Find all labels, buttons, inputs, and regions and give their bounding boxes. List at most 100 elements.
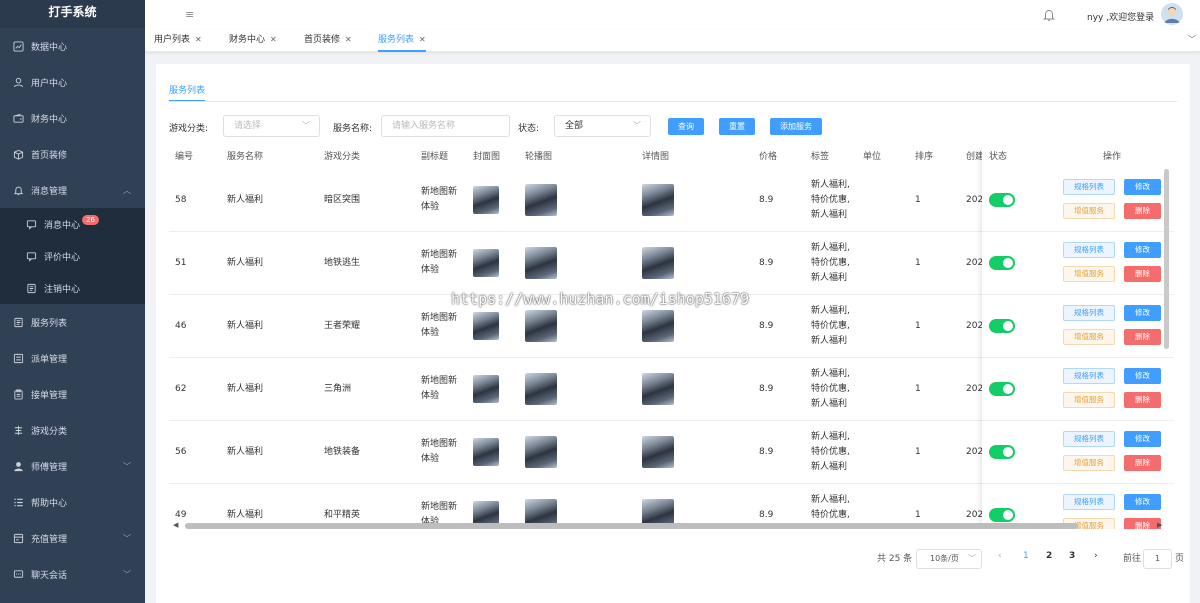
tag-line: 特价优惠, xyxy=(811,195,850,205)
horizontal-scrollbar[interactable] xyxy=(185,523,1078,529)
category-select[interactable]: 请选择 ﹀ xyxy=(223,115,320,137)
sidebar-item-data-center[interactable]: 数据中心 xyxy=(0,28,145,64)
cell-sort: 1 xyxy=(915,258,921,268)
edit-button[interactable]: 修改 xyxy=(1124,242,1161,258)
cover-image[interactable] xyxy=(473,375,499,403)
next-page-icon[interactable]: › xyxy=(1094,551,1098,571)
tab-user-list[interactable]: 用户列表 ✕ xyxy=(154,30,202,52)
delete-button[interactable]: 删除 xyxy=(1124,203,1161,219)
edit-button[interactable]: 修改 xyxy=(1124,305,1161,321)
edit-button[interactable]: 修改 xyxy=(1124,368,1161,384)
delete-button[interactable]: 删除 xyxy=(1124,392,1161,408)
value-added-service-button[interactable]: 增值服务 xyxy=(1063,329,1115,345)
tab-finance[interactable]: 财务中心 ✕ xyxy=(229,30,277,52)
detail-image[interactable] xyxy=(642,184,674,216)
value-added-service-button[interactable]: 增值服务 xyxy=(1063,203,1115,219)
cover-image[interactable] xyxy=(473,249,499,277)
status-switch[interactable] xyxy=(989,508,1015,522)
edit-button[interactable]: 修改 xyxy=(1124,494,1161,510)
status-switch[interactable] xyxy=(989,193,1015,207)
sidebar-item-message-management[interactable]: 消息管理 ︿ xyxy=(0,172,145,208)
prev-page-icon[interactable]: ‹ xyxy=(998,551,1002,571)
cover-image[interactable] xyxy=(473,438,499,466)
spec-list-button[interactable]: 规格列表 xyxy=(1063,494,1115,510)
bell-icon[interactable] xyxy=(1042,8,1056,25)
reset-button[interactable]: 重置 xyxy=(719,118,755,135)
subtab-service-list[interactable]: 服务列表 xyxy=(169,83,206,102)
sidebar-item-finance[interactable]: 财务中心 xyxy=(0,100,145,136)
close-icon[interactable]: ✕ xyxy=(419,35,426,44)
sidebar-item-recharge[interactable]: 充值管理 ﹀ xyxy=(0,520,145,556)
sidebar-item-master[interactable]: 师傅管理 ﹀ xyxy=(0,448,145,484)
add-service-button[interactable]: 添加服务 xyxy=(770,118,822,135)
status-switch[interactable] xyxy=(989,319,1015,333)
delete-button[interactable]: 删除 xyxy=(1124,329,1161,345)
value-added-service-button[interactable]: 增值服务 xyxy=(1063,266,1115,282)
chat-icon xyxy=(25,250,37,262)
scroll-left-icon[interactable]: ◀ xyxy=(173,521,178,529)
carousel-image[interactable] xyxy=(525,247,557,279)
cover-image[interactable] xyxy=(473,312,499,340)
sidebar-item-label: 充值管理 xyxy=(31,534,68,545)
divider xyxy=(169,101,1177,102)
chevron-down-icon[interactable]: ﹀ xyxy=(1188,34,1196,45)
sidebar-item-homepage[interactable]: 首页装修 xyxy=(0,136,145,172)
spec-list-button[interactable]: 规格列表 xyxy=(1063,179,1115,195)
carousel-image[interactable] xyxy=(525,310,557,342)
sidebar-item-service-list[interactable]: 服务列表 xyxy=(0,304,145,340)
sidebar-item-dispatch[interactable]: 派单管理 xyxy=(0,340,145,376)
edit-button[interactable]: 修改 xyxy=(1124,431,1161,447)
page-number[interactable]: 3 xyxy=(1069,551,1075,571)
carousel-image[interactable] xyxy=(525,184,557,216)
goto-page-input[interactable]: 1 xyxy=(1143,549,1172,569)
detail-image[interactable] xyxy=(642,247,674,279)
close-icon[interactable]: ✕ xyxy=(345,35,352,44)
sidebar-item-review-center[interactable]: 评价中心 xyxy=(0,240,145,272)
edit-button[interactable]: 修改 xyxy=(1124,179,1161,195)
delete-button[interactable]: 删除 xyxy=(1124,518,1161,529)
cover-image[interactable] xyxy=(473,186,499,214)
page-number[interactable]: 1 xyxy=(1023,551,1029,571)
column-header: 封面图 xyxy=(473,152,501,162)
spec-list-button[interactable]: 规格列表 xyxy=(1063,305,1115,321)
status-switch[interactable] xyxy=(989,256,1015,270)
sidebar-item-user-center[interactable]: 用户中心 xyxy=(0,64,145,100)
carousel-image[interactable] xyxy=(525,436,557,468)
service-name-input[interactable]: 请输入服务名称 xyxy=(381,115,510,137)
tab-homepage[interactable]: 首页装修 ✕ xyxy=(304,30,352,52)
detail-image[interactable] xyxy=(642,373,674,405)
sidebar-item-orders[interactable]: 接单管理 xyxy=(0,376,145,412)
tab-service-list[interactable]: 服务列表 ✕ xyxy=(378,30,426,52)
status-switch[interactable] xyxy=(989,382,1015,396)
spec-list-button[interactable]: 规格列表 xyxy=(1063,431,1115,447)
cell-name: 新人福利 xyxy=(227,447,264,457)
scroll-right-icon[interactable]: ▶ xyxy=(1157,521,1162,529)
carousel-image[interactable] xyxy=(525,373,557,405)
detail-image[interactable] xyxy=(642,310,674,342)
sidebar-item-help[interactable]: 帮助中心 xyxy=(0,484,145,520)
spec-list-button[interactable]: 规格列表 xyxy=(1063,242,1115,258)
sidebar-item-message-center[interactable]: 消息中心 26 xyxy=(0,208,145,240)
vertical-scrollbar[interactable] xyxy=(1164,169,1169,349)
value-added-service-button[interactable]: 增值服务 xyxy=(1063,392,1115,408)
value-added-service-button[interactable]: 增值服务 xyxy=(1063,455,1115,471)
goto-label: 前往 xyxy=(1123,554,1142,564)
cell-created: 202 xyxy=(966,258,984,268)
status-switch[interactable] xyxy=(989,445,1015,459)
cell-created: 202 xyxy=(966,447,984,457)
status-select[interactable]: 全部 ﹀ xyxy=(554,115,651,137)
delete-button[interactable]: 删除 xyxy=(1124,266,1161,282)
spec-list-button[interactable]: 规格列表 xyxy=(1063,368,1115,384)
close-icon[interactable]: ✕ xyxy=(195,35,202,44)
hamburger-icon[interactable]: ≡ xyxy=(185,8,194,21)
close-icon[interactable]: ✕ xyxy=(270,35,277,44)
sidebar-item-chat[interactable]: 聊天会话 ﹀ xyxy=(0,556,145,592)
delete-button[interactable]: 删除 xyxy=(1124,455,1161,471)
page-number[interactable]: 2 xyxy=(1046,551,1052,571)
search-button[interactable]: 查询 xyxy=(668,118,704,135)
avatar[interactable] xyxy=(1161,3,1183,25)
sidebar-item-game-category[interactable]: 游戏分类 xyxy=(0,412,145,448)
page-size-select[interactable]: 10条/页 ﹀ xyxy=(916,549,982,569)
detail-image[interactable] xyxy=(642,436,674,468)
sidebar-item-cancel-center[interactable]: 注销中心 xyxy=(0,272,145,304)
